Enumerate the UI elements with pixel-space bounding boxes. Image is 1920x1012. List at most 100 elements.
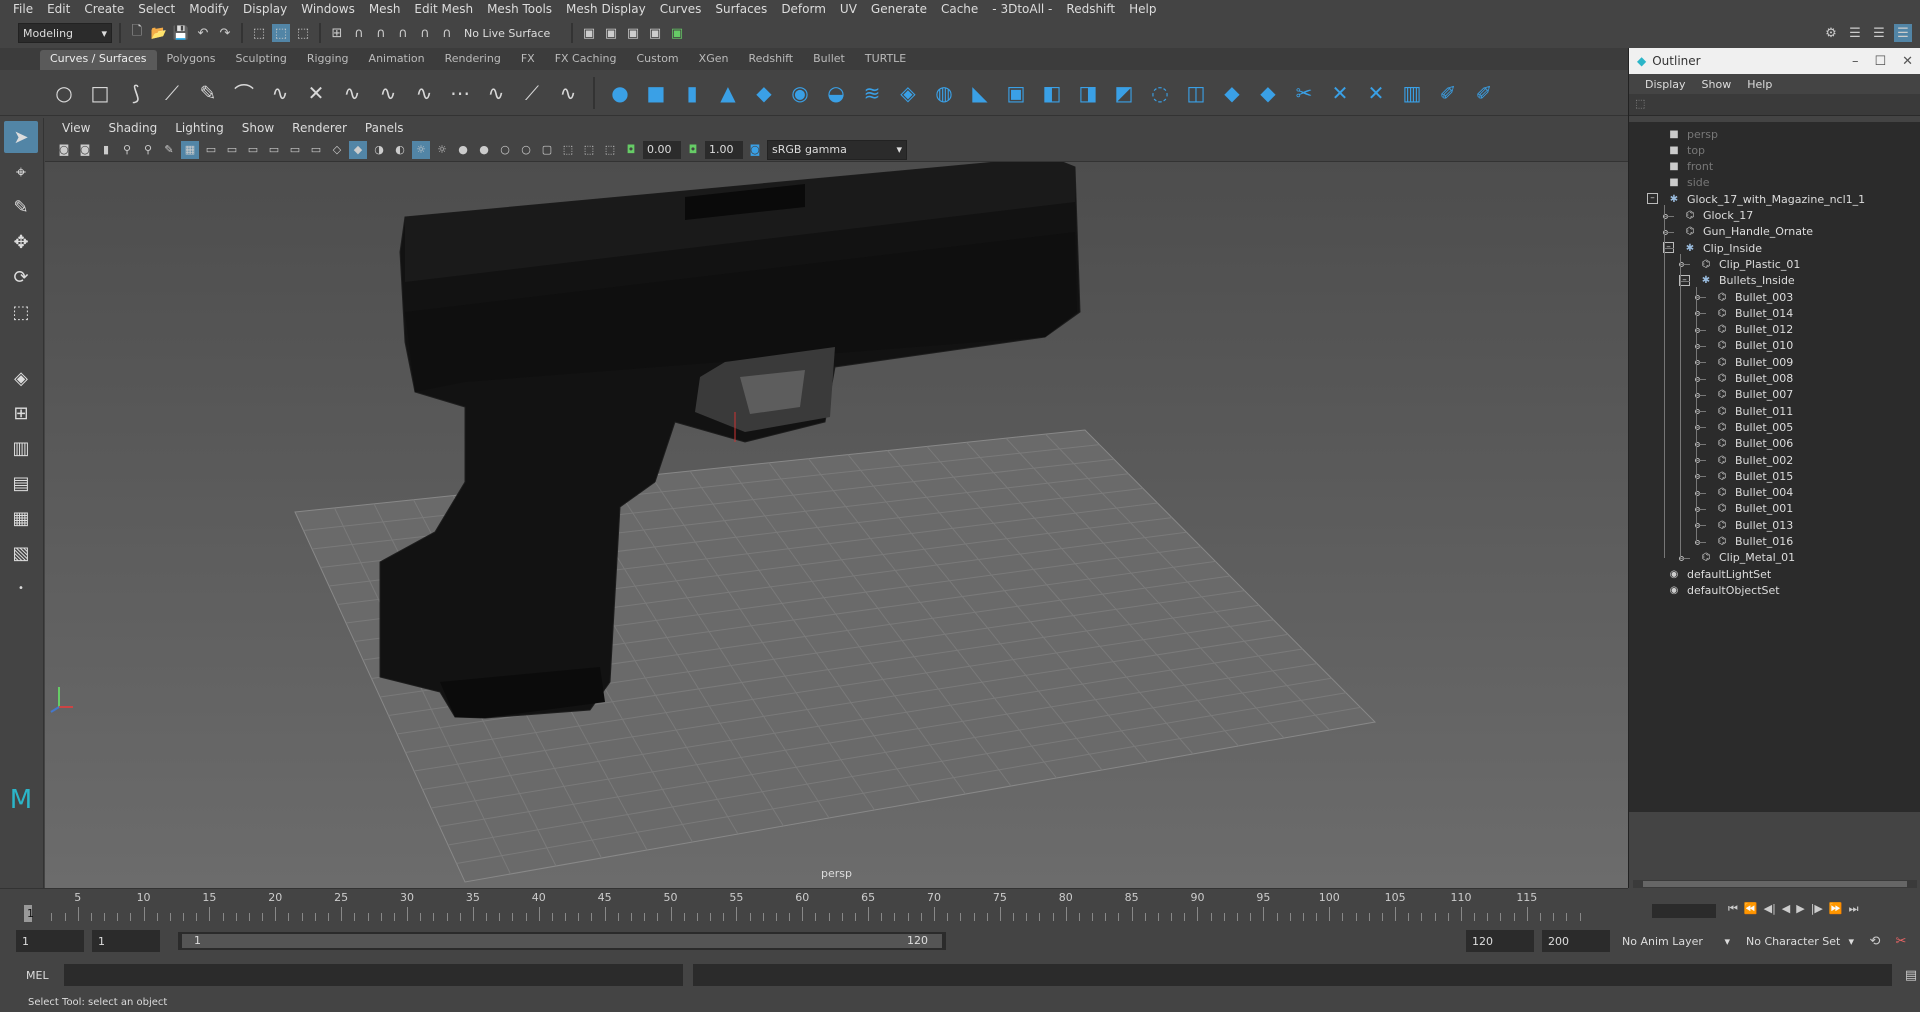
- insert-knot-icon[interactable]: ⋯: [446, 79, 474, 107]
- minimize-icon[interactable]: –: [1852, 54, 1859, 69]
- bookmark-icon[interactable]: ▮: [97, 141, 115, 159]
- image-plane-icon[interactable]: ⚲: [118, 141, 136, 159]
- exposure-icon[interactable]: ◘: [622, 141, 640, 159]
- anim-preferences-icon[interactable]: ✂: [1892, 932, 1910, 950]
- menu-surfaces[interactable]: Surfaces: [708, 2, 774, 16]
- select-object-icon[interactable]: ⬚: [272, 24, 290, 42]
- menu-select[interactable]: Select: [131, 2, 182, 16]
- workspace-dropdown[interactable]: Modeling ▾: [18, 23, 112, 43]
- menu-mesh-tools[interactable]: Mesh Tools: [480, 2, 559, 16]
- shadows-icon[interactable]: ☼: [433, 141, 451, 159]
- playback-start-field[interactable]: 1: [92, 930, 160, 952]
- current-time-field[interactable]: [1652, 904, 1716, 918]
- menu-cache[interactable]: Cache: [934, 2, 985, 16]
- textured-icon[interactable]: ◐: [391, 141, 409, 159]
- panel-menu-view[interactable]: View: [53, 121, 99, 135]
- script-language-label[interactable]: MEL: [26, 969, 54, 982]
- shelf-tab-animation[interactable]: Animation: [359, 50, 435, 70]
- menu-3dtoall[interactable]: - 3DtoAll -: [985, 2, 1059, 16]
- render-icon[interactable]: ▣: [580, 24, 598, 42]
- xray-components-icon[interactable]: ⬚: [601, 141, 619, 159]
- select-hierarchy-icon[interactable]: ⬚: [250, 24, 268, 42]
- menu-create[interactable]: Create: [77, 2, 131, 16]
- snap-curve-icon[interactable]: ∩: [350, 24, 368, 42]
- color-management-icon[interactable]: ◙: [746, 141, 764, 159]
- snap-live-icon[interactable]: ∩: [438, 24, 456, 42]
- shelf-tab-rigging[interactable]: Rigging: [297, 50, 359, 70]
- shelf-tab-sculpting[interactable]: Sculpting: [225, 50, 296, 70]
- panel-menu-show[interactable]: Show: [233, 121, 283, 135]
- select-camera-icon[interactable]: ◙: [55, 141, 73, 159]
- four-view-layout-icon[interactable]: ⊞: [4, 397, 38, 429]
- maximize-icon[interactable]: ☐: [1874, 54, 1886, 69]
- go-to-start-icon[interactable]: ⏮: [1728, 902, 1738, 916]
- gamma-field[interactable]: 1.00: [705, 140, 743, 159]
- close-icon[interactable]: ✕: [1902, 54, 1913, 69]
- uv-layout-icon[interactable]: ▧: [4, 537, 38, 569]
- attach-surface-icon[interactable]: ◆: [1254, 79, 1282, 107]
- nurbs-circle-icon[interactable]: ○: [50, 79, 78, 107]
- hypershade-icon[interactable]: ▣: [646, 24, 664, 42]
- two-d-pan-icon[interactable]: ⚲: [139, 141, 157, 159]
- menu-mesh[interactable]: Mesh: [362, 2, 408, 16]
- menu-deform[interactable]: Deform: [774, 2, 833, 16]
- xray-icon[interactable]: ⬚: [559, 141, 577, 159]
- gamma-icon[interactable]: ◘: [684, 141, 702, 159]
- safe-action-icon[interactable]: ▭: [286, 141, 304, 159]
- menu-windows[interactable]: Windows: [294, 2, 362, 16]
- grease-pencil-icon[interactable]: ✎: [160, 141, 178, 159]
- single-perspective-layout-icon[interactable]: ◈: [4, 362, 38, 394]
- toolbox-collapse-icon[interactable]: •: [4, 572, 38, 604]
- arc-tool-icon[interactable]: ⌒: [230, 79, 258, 107]
- resolution-gate-icon[interactable]: ▭: [223, 141, 241, 159]
- menu-display[interactable]: Display: [236, 2, 294, 16]
- outliner-menu-show[interactable]: Show: [1694, 78, 1740, 91]
- nurbs-plane-icon[interactable]: ◆: [750, 79, 778, 107]
- scrollbar-thumb[interactable]: [1643, 881, 1907, 887]
- playback-end-field[interactable]: 120: [1466, 930, 1534, 952]
- intersect-surface-icon[interactable]: ◌: [1146, 79, 1174, 107]
- film-gate-icon[interactable]: ▭: [202, 141, 220, 159]
- shelf-tab-fx-caching[interactable]: FX Caching: [545, 50, 627, 70]
- step-forward-key-icon[interactable]: |▶: [1811, 902, 1823, 916]
- smooth-shade-icon[interactable]: ◆: [349, 140, 367, 159]
- revolve-icon[interactable]: ◒: [822, 79, 850, 107]
- step-back-key-icon[interactable]: ◀|: [1764, 902, 1776, 916]
- menu-uv[interactable]: UV: [833, 2, 864, 16]
- depth-of-field-icon[interactable]: ○: [517, 141, 535, 159]
- outliner-menu-display[interactable]: Display: [1637, 78, 1694, 91]
- select-component-icon[interactable]: ⬚: [294, 24, 312, 42]
- ipr-render-icon[interactable]: ▣: [602, 24, 620, 42]
- menu-curves[interactable]: Curves: [653, 2, 709, 16]
- open-close-icon[interactable]: ✕: [1362, 79, 1390, 107]
- detach-surface-icon[interactable]: ✂: [1290, 79, 1318, 107]
- loft-icon[interactable]: ≋: [858, 79, 886, 107]
- trim-tool-icon[interactable]: ◫: [1182, 79, 1210, 107]
- outliner-item-defaultobjectset[interactable]: ◉ defaultObjectSet: [1629, 580, 1920, 600]
- surface-fillet-icon[interactable]: ✐: [1470, 79, 1498, 107]
- use-all-lights-icon[interactable]: ☼: [412, 140, 430, 159]
- attribute-editor-icon[interactable]: ☰: [1846, 24, 1864, 42]
- rebuild-curve-icon[interactable]: ∿: [374, 79, 402, 107]
- nurbs-cylinder-icon[interactable]: ▮: [678, 79, 706, 107]
- sculpt-geometry-icon[interactable]: ✐: [1434, 79, 1462, 107]
- extend-curve-icon[interactable]: ∿: [482, 79, 510, 107]
- shelf-tab-custom[interactable]: Custom: [627, 50, 689, 70]
- bezier-curve-icon[interactable]: ∿: [266, 79, 294, 107]
- play-forwards-icon[interactable]: ▶: [1796, 902, 1804, 916]
- snap-surface-icon[interactable]: ∩: [416, 24, 434, 42]
- menu-generate[interactable]: Generate: [864, 2, 934, 16]
- snap-view-icon[interactable]: ∩: [394, 24, 412, 42]
- bend-curve-icon[interactable]: ∿: [554, 79, 582, 107]
- perspective-viewport[interactable]: persp: [45, 162, 1628, 888]
- extrude-icon[interactable]: ◍: [930, 79, 958, 107]
- wireframe-on-shaded-icon[interactable]: ◑: [370, 141, 388, 159]
- color-space-dropdown[interactable]: sRGB gamma ▾: [767, 139, 907, 160]
- open-scene-icon[interactable]: 📂: [150, 24, 168, 42]
- ep-curve-icon[interactable]: ⟋: [158, 79, 186, 107]
- nurbs-square-icon[interactable]: □: [86, 79, 114, 107]
- step-back-icon[interactable]: ⏪: [1744, 902, 1758, 916]
- multisample-icon[interactable]: ○: [496, 141, 514, 159]
- outliner-horizontal-scrollbar[interactable]: [1633, 880, 1917, 888]
- step-forward-icon[interactable]: ⏩: [1829, 902, 1843, 916]
